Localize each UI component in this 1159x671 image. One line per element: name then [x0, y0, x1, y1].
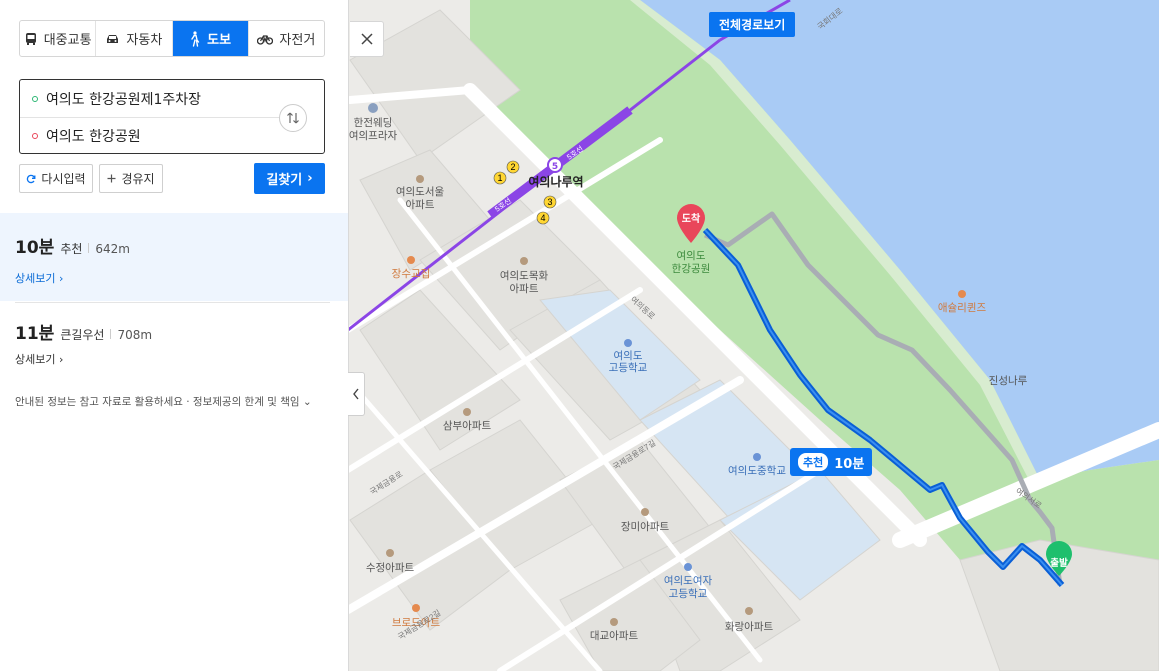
svg-text:장미아파트: 장미아파트: [621, 521, 670, 533]
svg-text:대교아파트: 대교아파트: [590, 630, 639, 642]
tab-walk[interactable]: 도보: [172, 21, 249, 56]
refresh-icon: [27, 174, 36, 183]
result-time: 10분: [15, 238, 55, 258]
collapse-panel-button[interactable]: [348, 372, 365, 416]
result-type: 추천: [60, 242, 83, 256]
full-route-button[interactable]: 전체경로보기: [709, 12, 796, 37]
detail-link[interactable]: 상세보기 ›: [15, 351, 63, 367]
svg-text:한전웨딩: 한전웨딩: [354, 117, 393, 129]
svg-text:여의프라자: 여의프라자: [349, 130, 398, 142]
search-route-button[interactable]: 길찾기 ›: [254, 163, 325, 194]
svg-text:여의도목화: 여의도목화: [500, 270, 549, 282]
svg-text:아파트: 아파트: [406, 199, 435, 211]
transport-mode-tabs: 대중교통 자동차 도보 자전거: [19, 20, 325, 57]
result-time: 11분: [15, 324, 55, 344]
poi-13[interactable]: 여의도한강공원: [672, 250, 711, 275]
chevron-right-icon: ›: [307, 171, 313, 186]
destination-dot-icon: [32, 132, 38, 139]
result-type: 큰길우선: [60, 328, 105, 342]
route-result-main-road[interactable]: 11분 큰길우선 708m 상세보기 ›: [15, 302, 330, 373]
detail-link[interactable]: 상세보기 ›: [15, 270, 63, 286]
swap-button[interactable]: [279, 104, 307, 132]
reset-button[interactable]: 다시입력: [19, 164, 93, 193]
svg-text:한강공원: 한강공원: [672, 263, 711, 275]
origin-value: 여의도 한강공원제1주차장: [46, 91, 202, 108]
svg-text:장수교집: 장수교집: [392, 268, 431, 280]
close-button[interactable]: [350, 21, 384, 57]
result-summary: 10분 추천 642m: [15, 233, 130, 258]
divider: [110, 329, 112, 339]
svg-text:여의도중학교: 여의도중학교: [728, 465, 786, 477]
route-inputs: 여의도 한강공원제1주차장 여의도 한강공원: [19, 79, 325, 154]
poi-15[interactable]: 진성나루: [989, 375, 1028, 387]
route-result-recommended[interactable]: 10분 추천 642m 상세보기 ›: [0, 213, 348, 301]
walk-icon: [189, 30, 201, 47]
svg-text:삼부아파트: 삼부아파트: [443, 420, 492, 432]
result-summary: 11분 큰길우선 708m: [15, 319, 152, 344]
svg-text:고등학교: 고등학교: [669, 588, 708, 600]
svg-text:여의도: 여의도: [614, 350, 643, 362]
chevron-down-icon: ⌄: [302, 396, 312, 408]
tab-label: 대중교통: [43, 33, 92, 48]
tab-car[interactable]: 자동차: [96, 21, 173, 56]
recommended-route-badge[interactable]: 추천 10분: [790, 448, 873, 476]
result-distance: 642m: [95, 242, 130, 256]
origin-dot-icon: [32, 95, 38, 102]
chevron-left-icon: [353, 388, 359, 400]
search-label: 길찾기: [266, 173, 303, 188]
origin-field[interactable]: 여의도 한강공원제1주차장: [20, 80, 279, 118]
svg-text:여의도서울: 여의도서울: [396, 186, 445, 198]
station-label: 여의나루역: [528, 174, 583, 189]
disclaimer-notice[interactable]: 안내된 정보는 참고 자료로 활용하세요 · 정보제공의 한계 및 책임 ⌄: [15, 394, 312, 409]
tab-label: 자동차: [126, 33, 163, 48]
svg-text:고등학교: 고등학교: [609, 362, 648, 374]
svg-text:2: 2: [510, 162, 515, 172]
tab-transit[interactable]: 대중교통: [20, 21, 97, 56]
close-icon: [360, 33, 373, 45]
bus-icon: [24, 32, 38, 46]
via-label: 경유지: [121, 172, 155, 186]
destination-marker-label: 도착: [682, 212, 701, 225]
swap-icon: [287, 112, 299, 124]
svg-text:여의도: 여의도: [677, 250, 706, 262]
car-icon: [105, 33, 120, 45]
divider: [88, 243, 90, 253]
svg-text:화랑아파트: 화랑아파트: [725, 621, 774, 633]
svg-text:5: 5: [552, 162, 558, 172]
destination-field[interactable]: 여의도 한강공원: [20, 117, 324, 154]
add-waypoint-button[interactable]: 경유지: [99, 164, 163, 193]
svg-text:3: 3: [547, 197, 552, 207]
tab-label: 도보: [207, 33, 232, 48]
svg-text:1: 1: [497, 173, 502, 183]
svg-text:아파트: 아파트: [510, 283, 539, 295]
result-distance: 708m: [117, 328, 153, 342]
tab-label: 자전거: [279, 33, 316, 48]
recommend-time: 10분: [834, 456, 865, 472]
origin-marker-label: 출발: [1050, 557, 1068, 569]
svg-text:진성나루: 진성나루: [989, 375, 1028, 387]
plus-icon: [107, 174, 116, 183]
reset-label: 다시입력: [41, 172, 86, 186]
recommend-tag: 추천: [798, 453, 829, 471]
svg-text:4: 4: [540, 213, 545, 223]
bicycle-icon: [257, 33, 274, 45]
svg-text:애슐리퀸즈: 애슐리퀸즈: [938, 302, 987, 314]
svg-text:여의도여자: 여의도여자: [664, 575, 713, 587]
route-panel: 대중교통 자동차 도보 자전거 여의도 한강공원제1주차장 여의도 한강공원 다…: [0, 0, 349, 671]
destination-value: 여의도 한강공원: [46, 128, 141, 145]
svg-text:수정아파트: 수정아파트: [366, 562, 415, 574]
tab-bicycle[interactable]: 자전거: [249, 21, 324, 56]
